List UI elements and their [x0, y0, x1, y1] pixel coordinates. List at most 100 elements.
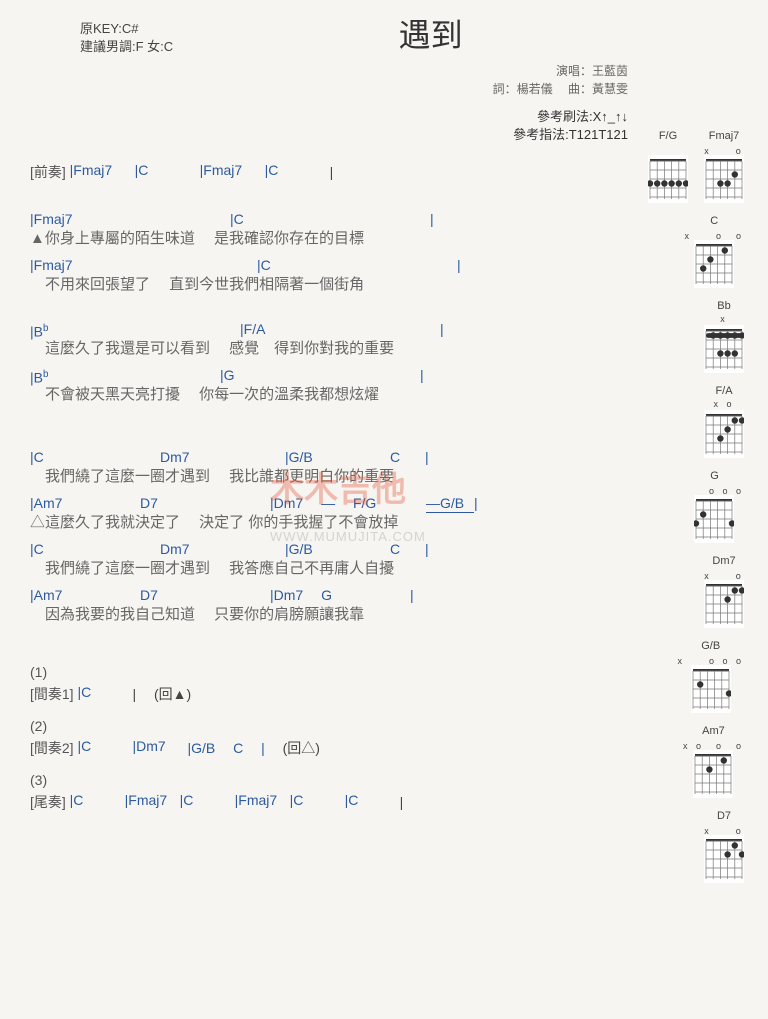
chord: |G/B C |: [187, 740, 264, 756]
diagram-open-strings: x o o: [684, 229, 744, 239]
chord-diagram: D7 x o: [704, 810, 744, 883]
lyric-row: 這麼久了我還是可以看到 感覺 得到你對我的重要: [30, 338, 738, 360]
chord: |C: [290, 792, 345, 808]
chord: |Fmaj7: [70, 162, 135, 178]
chord-diagram: F/Ax o: [704, 385, 744, 458]
chord-row: |Am7D7|Dm7 G|: [30, 586, 738, 604]
diagram-open-strings: x o o o: [683, 739, 744, 749]
chord: —G/B: [426, 494, 474, 513]
diagram-open-strings: x o: [704, 824, 744, 834]
suggested-key: 建議男調:F 女:C: [80, 38, 173, 56]
chord-row: |CDm7|G/BC|: [30, 540, 738, 558]
strum-pattern: X↑_↑↓: [593, 109, 628, 124]
chord: Dm7: [160, 540, 285, 558]
diagram-name: Am7: [702, 725, 725, 737]
diagram-row: Am7 x o o o: [634, 725, 744, 798]
diagram-row: Cx o o: [634, 215, 744, 288]
chord: |Fmaj7: [200, 162, 265, 178]
chord-diagram: Am7 x o o o: [683, 725, 744, 798]
fretboard: [648, 155, 688, 203]
diagram-row: F/GFmaj7x o: [634, 130, 744, 203]
fretboard: [694, 240, 734, 288]
diagram-name: D7: [717, 810, 731, 822]
chord-row: |Am7D7|Dm7 — F/G—G/B|: [30, 494, 738, 512]
composer-name: 黃慧雯: [592, 82, 628, 96]
reference-block: 參考刷法:X↑_↑↓ 參考指法:T121T121: [80, 108, 688, 144]
interlude-line: [間奏2] |C|Dm7|G/B C | (回△): [30, 738, 738, 758]
section-marker: [間奏2]: [30, 740, 74, 756]
chord-row: |Fmaj7|C|: [30, 210, 738, 228]
fretboard: [704, 835, 744, 883]
diagram-name: F/G: [659, 130, 677, 142]
chord: |: [425, 540, 429, 558]
chord: |G/B: [285, 540, 390, 558]
pick-pattern: T121T121: [569, 127, 628, 142]
chord: D7: [140, 494, 270, 512]
fretboard: [704, 325, 744, 373]
pick-label: 參考指法:: [513, 127, 569, 142]
lyric-block: |Bb|F/A| 這麼久了我還是可以看到 感覺 得到你對我的重要: [30, 320, 738, 360]
original-key: 原KEY:C#: [80, 20, 173, 38]
lyric-block: |Fmaj7|C|▲你身上專屬的陌生味道 是我確認你存在的目標: [30, 210, 738, 250]
interlude-number: (2): [30, 718, 738, 734]
diagram-row: Bbx: [634, 300, 744, 373]
chord: |Dm7: [132, 738, 187, 754]
chord-row: |Bb|G|: [30, 366, 738, 384]
chord: |C: [30, 540, 160, 558]
chord: |Fmaj7: [235, 792, 290, 808]
chord-diagram: F/G: [648, 130, 688, 203]
chord: |C: [257, 256, 457, 274]
diagram-open-strings: x o: [704, 569, 744, 579]
lyric-block: |CDm7|G/BC| 我們繞了這麼一圈才遇到 我答應自己不再庸人自擾: [30, 540, 738, 580]
chord: |C: [30, 448, 160, 466]
singer-name: 王藍茵: [592, 64, 628, 78]
interlude-line: [間奏1] |C| (回▲): [30, 684, 738, 704]
interlude-tail: (回△): [265, 740, 320, 756]
chord: |: [457, 256, 461, 274]
diagram-row: D7 x o: [634, 810, 744, 883]
strum-label: 參考刷法:: [537, 109, 593, 124]
lyric-block: |CDm7|G/BC| 我們繞了這麼一圈才遇到 我比誰都更明白你的重要: [30, 448, 738, 488]
interlude-number: (1): [30, 664, 738, 680]
chord: |Dm7 — F/G: [270, 494, 410, 512]
chord-diagrams: F/GFmaj7x oCx o oBbxF/Ax oG o o oDm7x oG…: [634, 130, 744, 895]
chord: |Dm7 G: [270, 586, 410, 604]
fretboard: [693, 750, 733, 798]
lyric-block: |Bb|G| 不會被天黑天亮打擾 你每一次的溫柔我都想炫燿: [30, 366, 738, 406]
diagram-row: Dm7x o: [634, 555, 744, 628]
lyric-row: 我們繞了這麼一圈才遇到 我答應自己不再庸人自擾: [30, 558, 738, 580]
lyric-row: ▲你身上專屬的陌生味道 是我確認你存在的目標: [30, 228, 738, 250]
chord-row: |Fmaj7|C|: [30, 256, 738, 274]
lyric-row: △這麼久了我就決定了 決定了 你的手我握了不會放掉: [30, 512, 738, 534]
interlude-tail: |: [400, 794, 404, 810]
chord: |C: [70, 792, 125, 808]
diagram-open-strings: x: [720, 314, 728, 324]
chord: |G: [220, 366, 420, 384]
diagram-row: F/Ax o: [634, 385, 744, 458]
composer-label: 曲：: [568, 82, 592, 96]
chord: |C: [265, 162, 330, 178]
lyric-block: |Am7D7|Dm7 — F/G—G/B|△這麼久了我就決定了 決定了 你的手我…: [30, 494, 738, 534]
lyric-row: 我們繞了這麼一圈才遇到 我比誰都更明白你的重要: [30, 466, 738, 488]
chord: |: [425, 448, 429, 466]
interlude-tail: | (回▲): [132, 686, 191, 702]
chord: |C: [77, 738, 132, 754]
key-info: 原KEY:C# 建議男調:F 女:C: [80, 20, 173, 56]
chord: |F/A: [240, 320, 440, 338]
chord-diagram: Dm7x o: [704, 555, 744, 628]
interlude-number: (3): [30, 772, 738, 788]
fretboard: [704, 410, 744, 458]
chord: |: [430, 210, 434, 228]
chord: |: [440, 320, 444, 338]
chord: |Fmaj7: [30, 256, 257, 274]
lyric-row: 因為我要的我自己知道 只要你的肩膀願讓我靠: [30, 604, 738, 626]
chord: |: [410, 586, 414, 604]
singer-label: 演唱：: [556, 64, 592, 78]
intro-line: [前奏] |Fmaj7|C|Fmaj7|C|: [30, 162, 738, 182]
chord-diagram: G o o o: [685, 470, 744, 543]
chord: C: [390, 540, 425, 558]
chord: |C: [135, 162, 200, 178]
chord-diagram: Bbx: [704, 300, 744, 373]
lyric-block: |Fmaj7|C| 不用來回張望了 直到今世我們相隔著一個街角: [30, 256, 738, 296]
lyric-row: 不用來回張望了 直到今世我們相隔著一個街角: [30, 274, 738, 296]
